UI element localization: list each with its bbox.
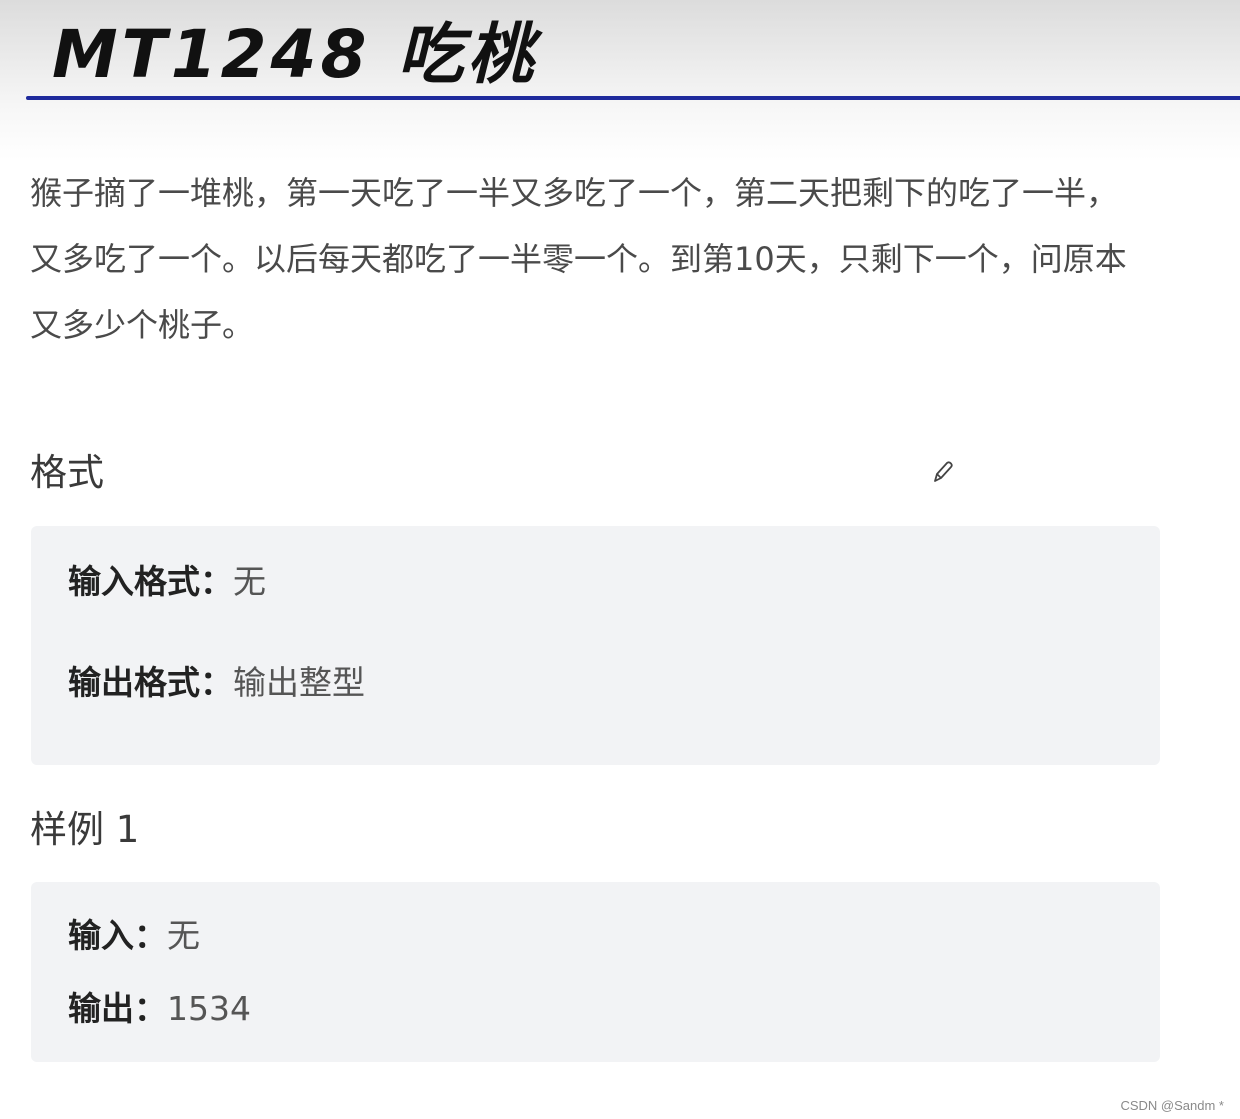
sample-input-row: 输入：无 [68, 914, 200, 958]
output-format-value: 输出整型 [233, 663, 365, 702]
sample-section-title: 样例 1 [30, 808, 140, 851]
input-format-row: 输入格式：无 [68, 560, 266, 604]
sample-panel: 输入：无 输出：1534 [31, 882, 1160, 1062]
pencil-icon[interactable] [928, 458, 956, 486]
pencil-icon-glyph [934, 461, 953, 482]
input-format-value: 无 [233, 562, 266, 601]
output-format-label: 输出格式： [68, 663, 233, 702]
problem-description: 猴子摘了一堆桃，第一天吃了一半又多吃了一个，第二天把剩下的吃了一半，又多吃了一个… [30, 174, 1127, 344]
output-format-row: 输出格式：输出整型 [68, 661, 365, 705]
sample-input-label: 输入： [68, 916, 167, 955]
sample-input-value: 无 [167, 916, 200, 955]
input-format-label: 输入格式： [68, 562, 233, 601]
page-title: MT1248 吃桃 [52, 16, 538, 93]
sample-output-label: 输出： [68, 989, 167, 1028]
title-underline [26, 96, 1240, 100]
sample-output-value: 1534 [167, 989, 251, 1028]
sample-output-row: 输出：1534 [68, 987, 251, 1031]
format-section-title: 格式 [30, 451, 104, 494]
format-panel: 输入格式：无 输出格式：输出整型 [31, 526, 1160, 765]
watermark: CSDN @Sandm * [1120, 1098, 1224, 1113]
